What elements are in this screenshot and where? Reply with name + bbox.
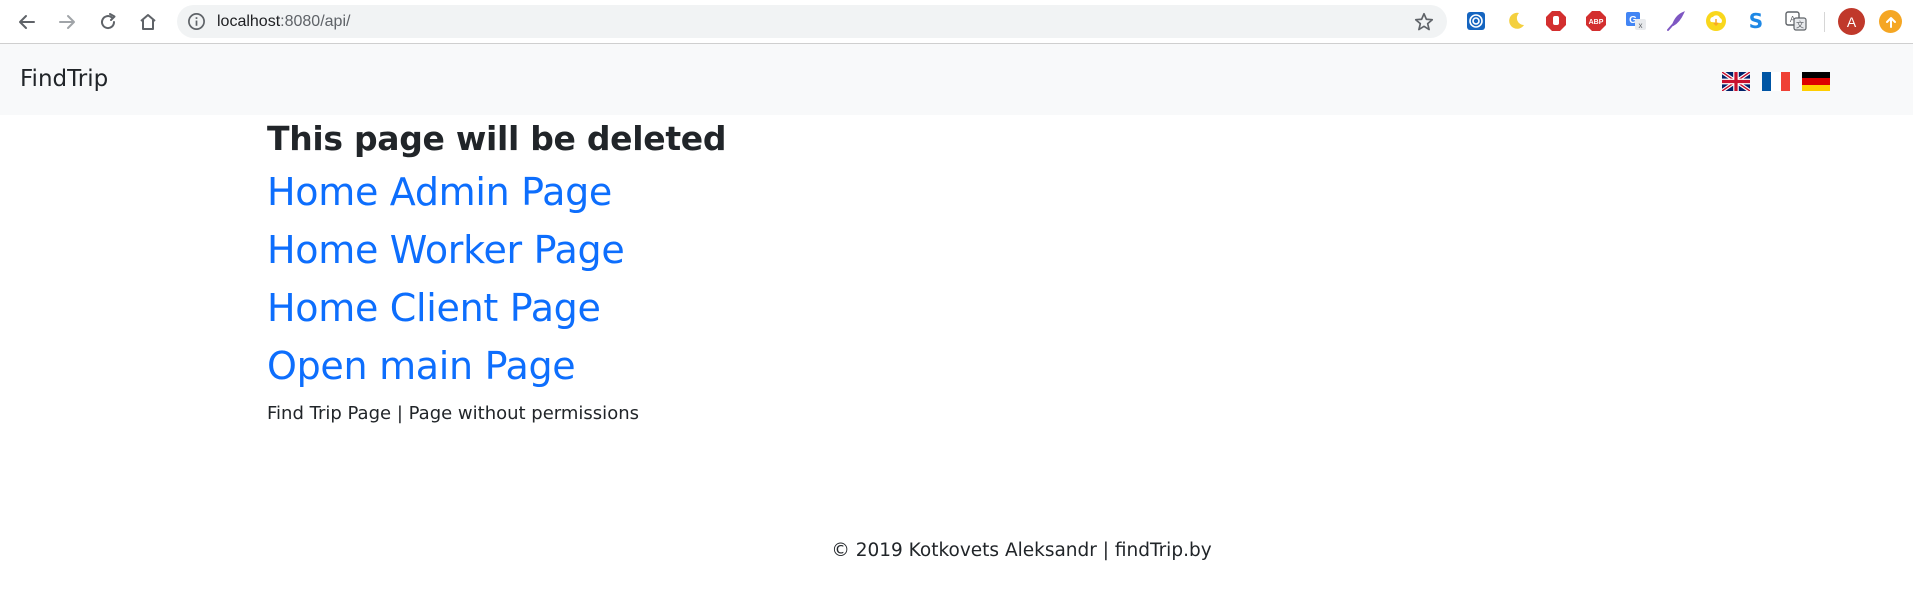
adblock-icon[interactable]: ABP: [1585, 10, 1607, 32]
svg-text:x: x: [1639, 21, 1643, 30]
svg-text:ABP: ABP: [1589, 19, 1604, 26]
reload-icon: [101, 13, 116, 30]
quill-icon[interactable]: [1665, 10, 1687, 32]
page-title: This page will be deleted: [267, 119, 727, 158]
url-host: localhost: [217, 13, 281, 30]
profile-avatar[interactable]: A: [1838, 8, 1865, 35]
open-main-link[interactable]: Open main Page: [267, 344, 576, 388]
cloud-download-icon[interactable]: [1705, 10, 1727, 32]
forward-button[interactable]: [52, 8, 82, 36]
home-client-link[interactable]: Home Client Page: [267, 286, 601, 330]
url-path: :8080/api/: [280, 13, 351, 30]
germany-flag-icon[interactable]: [1802, 72, 1830, 91]
find-trip-page-link[interactable]: Find Trip Page: [267, 403, 391, 424]
bookmark-star-icon[interactable]: [1413, 11, 1435, 33]
moon-icon[interactable]: [1505, 10, 1527, 32]
footer-text: © 2019 Kotkovets Aleksandr | findTrip.by: [831, 540, 1212, 561]
translate-icon[interactable]: Gx: [1625, 10, 1647, 32]
site-navbar: FindTrip: [0, 44, 1913, 115]
reload-button[interactable]: [93, 8, 123, 36]
uk-flag-icon[interactable]: [1722, 72, 1750, 91]
browser-toolbar: localhost:8080/api/ ABP Gx S A文 A: [0, 0, 1913, 44]
secondary-links: Find Trip Page | Page without permission…: [267, 403, 639, 424]
info-icon[interactable]: [187, 12, 206, 31]
stop-hand-icon[interactable]: [1545, 10, 1567, 32]
arrow-left-icon: [19, 15, 35, 29]
home-icon: [140, 14, 156, 30]
home-worker-link[interactable]: Home Worker Page: [267, 228, 625, 272]
update-icon[interactable]: [1879, 10, 1902, 33]
svg-text:S: S: [1749, 10, 1763, 32]
svg-text:文: 文: [1796, 20, 1804, 30]
home-button[interactable]: [133, 8, 163, 36]
url-text[interactable]: localhost:8080/api/: [217, 13, 350, 31]
france-flag-icon[interactable]: [1762, 72, 1790, 91]
page-without-permissions-link[interactable]: Page without permissions: [409, 403, 639, 424]
navbar-brand[interactable]: FindTrip: [20, 66, 108, 92]
home-admin-link[interactable]: Home Admin Page: [267, 170, 612, 214]
arrow-right-icon: [59, 15, 75, 29]
back-button[interactable]: [12, 8, 42, 36]
address-bar[interactable]: localhost:8080/api/: [177, 5, 1447, 38]
page-footer: © 2019 Kotkovets Aleksandr | findTrip.by: [0, 540, 1913, 561]
link-separator: |: [396, 403, 403, 424]
google-translate-icon[interactable]: A文: [1785, 10, 1807, 32]
toolbar-separator: [1824, 12, 1825, 32]
target-icon[interactable]: [1465, 10, 1487, 32]
s-icon[interactable]: S: [1745, 10, 1767, 32]
